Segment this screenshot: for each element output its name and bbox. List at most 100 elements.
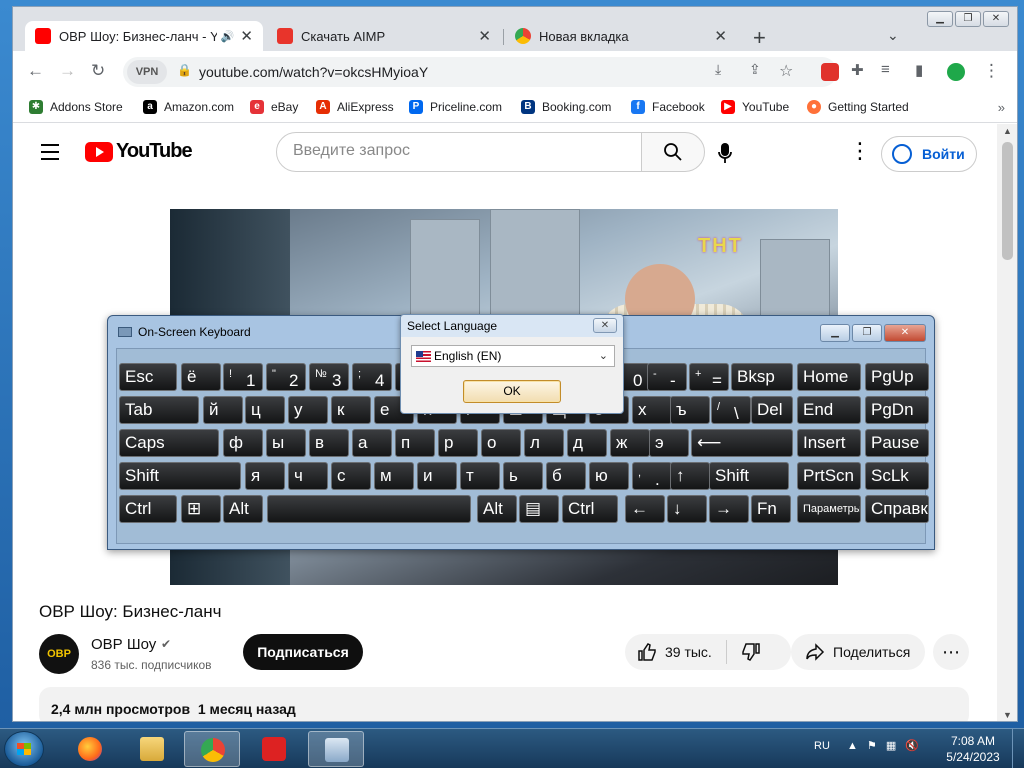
osk-key[interactable]: End [797,396,861,424]
taskbar-chrome[interactable] [184,731,240,767]
osk-key[interactable]: № 3 [309,363,349,391]
osk-key[interactable]: ScLk [865,462,929,490]
like-button[interactable]: 39 тыс. [637,642,712,662]
osk-key[interactable]: ф [223,429,263,457]
action-center-flag-icon[interactable]: ⚑ [867,740,877,752]
share-icon[interactable]: ⇪ [749,61,761,78]
sign-in-button[interactable]: Войти [881,136,977,172]
osk-key[interactable]: Esc [119,363,177,391]
thumbs-down-icon[interactable] [741,642,761,662]
osk-key[interactable] [267,495,471,523]
extensions-icon[interactable]: ✚ [851,61,864,79]
osk-key[interactable]: Tab [119,396,199,424]
osk-key[interactable]: Home [797,363,861,391]
omnibox[interactable]: VPN 🔒 youtube.com/watch?v=okcsHMyioaY [123,57,837,87]
settings-more-icon[interactable]: ⋮ [849,140,871,162]
osk-key[interactable]: ц [245,396,285,424]
osk-key[interactable]: PgUp [865,363,929,391]
vpn-badge[interactable]: VPN [127,60,167,84]
osk-key[interactable]: й [203,396,243,424]
osk-key[interactable]: Insert [797,429,861,457]
osk-key[interactable]: ! 1 [223,363,263,391]
chevron-down-icon[interactable]: ⌄ [599,349,608,362]
search-input[interactable]: Введите запрос [276,132,642,172]
bookmark-booking[interactable]: B Booking.com [521,100,611,114]
osk-key[interactable]: / \ [711,396,751,424]
osk-key[interactable]: PgDn [865,396,929,424]
osk-key[interactable]: ъ [670,396,710,424]
osk-key[interactable]: " 2 [266,363,306,391]
install-icon[interactable]: ⤓ [715,61,721,78]
osk-key[interactable]: д [567,429,607,457]
close-tab-icon[interactable]: ✕ [478,27,491,45]
bookmark-addons-store[interactable]: ✱ Addons Store [29,100,123,114]
network-icon[interactable]: ▦ [886,740,896,752]
osk-key[interactable]: ы [266,429,306,457]
osk-key[interactable]: Bksp [731,363,793,391]
search-button[interactable] [641,132,705,172]
hamburger-menu-icon[interactable] [41,144,59,165]
osk-key[interactable]: ж [610,429,650,457]
adblock-extension-icon[interactable] [821,63,839,81]
share-button[interactable]: Поделиться [791,634,925,670]
maximize-button[interactable]: ❐ [955,11,981,27]
osk-key[interactable]: ю [589,462,629,490]
osk-key[interactable]: я [245,462,285,490]
osk-key[interactable]: ⟵ [691,429,793,457]
osk-key[interactable]: ; 4 [352,363,392,391]
bookmark-amazon[interactable]: a Amazon.com [143,100,234,114]
osk-key[interactable]: Fn [751,495,791,523]
scrollbar-thumb[interactable] [1002,142,1013,260]
osk-key[interactable]: р [438,429,478,457]
osk-key[interactable]: ч [288,462,328,490]
osk-key[interactable]: Ctrl [119,495,177,523]
show-hidden-icons-icon[interactable]: ▲ [847,740,858,752]
osk-key[interactable]: ё [181,363,221,391]
channel-avatar[interactable]: ОВР ШОУ [39,634,79,700]
osk-key[interactable]: х [632,396,672,424]
osk-key[interactable]: б [546,462,586,490]
media-control-icon[interactable]: ≡ [881,61,890,78]
minimize-button[interactable]: ▁ [927,11,953,27]
osk-key[interactable]: э [649,429,689,457]
reload-icon[interactable]: ↻ [91,61,105,81]
close-tab-icon[interactable]: ✕ [714,27,727,45]
osk-key[interactable]: Справка [865,495,929,523]
subscribe-button[interactable]: Подписаться [243,634,363,670]
volume-muted-icon[interactable]: 🔇 [905,740,919,752]
osk-key[interactable]: Pause [865,429,929,457]
bookmark-getting-started[interactable]: ● Getting Started [807,100,909,114]
taskbar-osk[interactable] [308,731,364,767]
osk-key[interactable]: Shift [709,462,789,490]
osk-key[interactable]: о [481,429,521,457]
microphone-icon[interactable] [717,142,733,164]
page-scrollbar[interactable]: ▲ ▼ [997,124,1017,721]
osk-key[interactable]: Параметры [797,495,861,523]
osk-key[interactable]: Ctrl [562,495,618,523]
osk-key[interactable]: Caps [119,429,219,457]
osk-key[interactable]: в [309,429,349,457]
language-dropdown[interactable]: English (EN) ⌄ [411,345,615,367]
osk-key[interactable]: с [331,462,371,490]
osk-key[interactable]: → [709,495,749,523]
osk-key[interactable]: и [417,462,457,490]
osk-key[interactable]: + = [689,363,729,391]
scroll-down-icon[interactable]: ▼ [1003,710,1012,720]
more-actions-button[interactable]: ⋯ [933,634,969,670]
ok-button[interactable]: OK [463,380,561,403]
url-text[interactable]: youtube.com/watch?v=okcsHMyioaY [199,64,428,80]
start-button[interactable] [4,731,44,767]
bookmarks-overflow-icon[interactable]: » [998,100,1005,115]
taskbar-clock[interactable]: 7:08 AM 5/24/2023 [940,733,1006,765]
osk-key[interactable]: л [524,429,564,457]
channel-name[interactable]: ОВР Шоу [91,636,156,653]
bookmark-ebay[interactable]: e eBay [250,100,298,114]
audio-playing-icon[interactable]: 🔊 [221,30,235,43]
scroll-up-icon[interactable]: ▲ [1003,126,1012,136]
osk-key[interactable]: Del [751,396,793,424]
close-tab-icon[interactable]: ✕ [240,27,253,45]
osk-key[interactable]: Alt [477,495,517,523]
osk-key[interactable]: т [460,462,500,490]
bookmark-aliexpress[interactable]: A AliExpress [316,100,394,114]
osk-key[interactable]: -- [647,363,687,391]
